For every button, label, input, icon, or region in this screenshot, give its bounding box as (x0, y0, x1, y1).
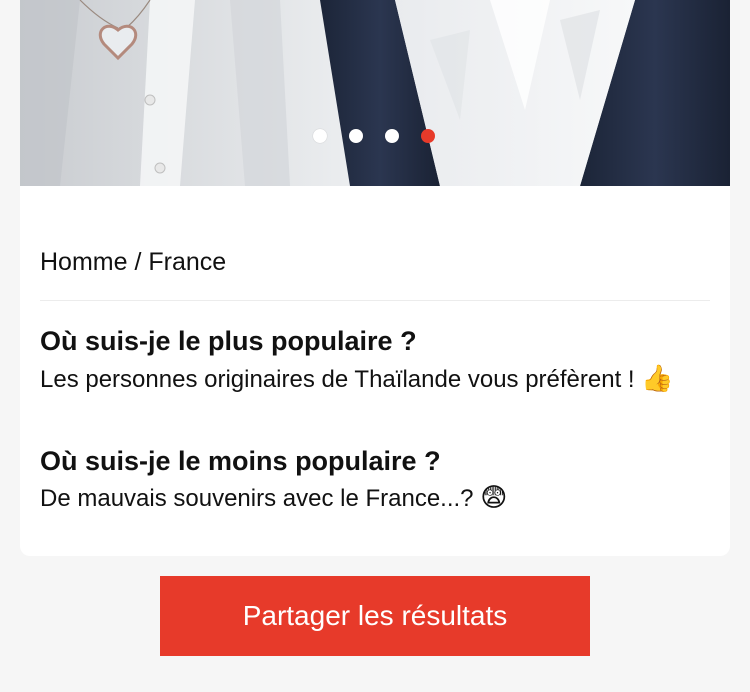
gender-country-label: Homme / France (40, 248, 227, 276)
carousel-dot-4-active[interactable] (421, 129, 435, 143)
carousel-indicator (20, 129, 730, 143)
result-card: Homme / France Où suis-je le plus popula… (20, 0, 730, 556)
carousel-dot-3[interactable] (385, 129, 399, 143)
most-popular-question: Où suis-je le plus populaire ? (40, 326, 417, 356)
profile-photo-carousel[interactable] (20, 0, 730, 186)
least-popular-answer-text: De mauvais souvenirs avec le France...? (40, 485, 474, 512)
divider (40, 300, 710, 301)
least-popular-answer: De mauvais souvenirs avec le France...? … (40, 483, 680, 514)
fearful-face-icon: 😨 (480, 483, 508, 513)
least-popular-question: Où suis-je le moins populaire ? (40, 446, 441, 476)
carousel-dot-2[interactable] (349, 129, 363, 143)
carousel-dot-1[interactable] (313, 129, 327, 143)
profile-photo (20, 0, 730, 186)
most-popular-answer-text: Les personnes originaires de Thaïlande v… (40, 366, 635, 393)
most-popular-answer: Les personnes originaires de Thaïlande v… (40, 364, 680, 395)
thumbs-up-icon: 👍 (641, 364, 674, 394)
share-results-button[interactable]: Partager les résultats (160, 576, 590, 656)
